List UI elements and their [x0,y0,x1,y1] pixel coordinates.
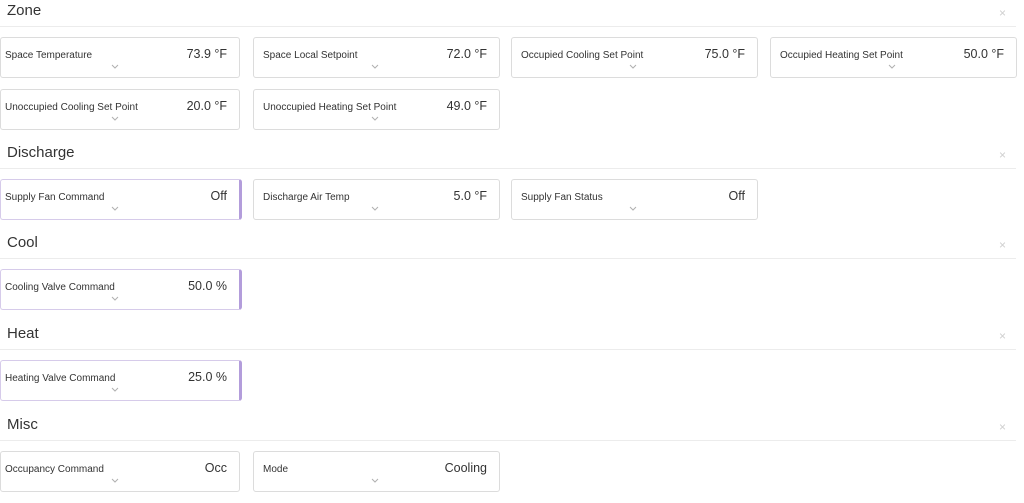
chevron-down-icon[interactable] [109,385,121,395]
chevron-down-icon[interactable] [109,294,121,304]
section-title: Heat [7,325,39,342]
point-card-supply-fan-command[interactable]: Supply Fan Command Off [0,179,242,220]
point-value: 49.0 °F [446,99,487,113]
point-value: 20.0 °F [186,99,227,113]
chevron-down-icon[interactable] [109,476,121,486]
section-header-zone: Zone × [0,0,1016,27]
point-card-mode[interactable]: Mode Cooling [253,451,500,492]
chevron-down-icon[interactable] [109,114,121,124]
point-label: Space Local Setpoint [263,50,358,61]
point-value: Occ [204,461,227,475]
chevron-down-icon[interactable] [109,62,121,72]
point-label: Supply Fan Status [521,192,603,203]
point-label: Discharge Air Temp [263,192,350,203]
point-card-occupied-cooling-set-point[interactable]: Occupied Cooling Set Point 75.0 °F [511,37,758,78]
chevron-down-icon[interactable] [109,204,121,214]
close-icon[interactable]: × [999,329,1006,343]
close-icon[interactable]: × [999,238,1006,252]
point-card-unoccupied-heating-set-point[interactable]: Unoccupied Heating Set Point 49.0 °F [253,89,500,130]
close-icon[interactable]: × [999,148,1006,162]
point-card-occupancy-command[interactable]: Occupancy Command Occ [0,451,240,492]
point-card-space-temperature[interactable]: Space Temperature 73.9 °F [0,37,240,78]
close-icon[interactable]: × [999,6,1006,20]
point-label: Space Temperature [5,50,93,61]
point-label: Heating Valve Command [5,373,116,384]
point-value: 25.0 % [188,370,227,384]
chevron-down-icon[interactable] [369,476,381,486]
point-label: Mode [263,464,289,475]
point-card-discharge-air-temp[interactable]: Discharge Air Temp 5.0 °F [253,179,500,220]
point-label: Occupancy Command [5,464,104,475]
point-value: 75.0 °F [704,47,745,61]
point-value: Off [728,189,745,203]
point-card-occupied-heating-set-point[interactable]: Occupied Heating Set Point 50.0 °F [770,37,1017,78]
chevron-down-icon[interactable] [369,114,381,124]
point-card-unoccupied-cooling-set-point[interactable]: Unoccupied Cooling Set Point 20.0 °F [0,89,240,130]
point-value: 50.0 % [188,279,227,293]
chevron-down-icon[interactable] [369,62,381,72]
point-card-heating-valve-command[interactable]: Heating Valve Command 25.0 % [0,360,242,401]
point-label: Unoccupied Heating Set Point [263,102,397,113]
point-value: Cooling [444,461,487,475]
section-title: Discharge [7,144,75,161]
point-label: Occupied Cooling Set Point [521,50,644,61]
point-label: Occupied Heating Set Point [780,50,903,61]
close-icon[interactable]: × [999,420,1006,434]
point-value: 5.0 °F [453,189,487,203]
point-card-space-local-setpoint[interactable]: Space Local Setpoint 72.0 °F [253,37,500,78]
point-value: 73.9 °F [186,47,227,61]
section-header-heat: Heat × [0,323,1016,350]
chevron-down-icon[interactable] [369,204,381,214]
chevron-down-icon[interactable] [627,62,639,72]
section-header-discharge: Discharge × [0,142,1016,169]
point-label: Cooling Valve Command [5,282,115,293]
section-header-misc: Misc × [0,414,1016,441]
section-title: Cool [7,234,38,251]
section-title: Misc [7,416,38,433]
section-header-cool: Cool × [0,232,1016,259]
section-title: Zone [7,2,42,19]
point-card-cooling-valve-command[interactable]: Cooling Valve Command 50.0 % [0,269,242,310]
chevron-down-icon[interactable] [627,204,639,214]
point-value: Off [210,189,227,203]
chevron-down-icon[interactable] [886,62,898,72]
point-value: 72.0 °F [446,47,487,61]
point-card-supply-fan-status[interactable]: Supply Fan Status Off [511,179,758,220]
point-label: Unoccupied Cooling Set Point [5,102,138,113]
point-value: 50.0 °F [963,47,1004,61]
point-label: Supply Fan Command [5,192,105,203]
